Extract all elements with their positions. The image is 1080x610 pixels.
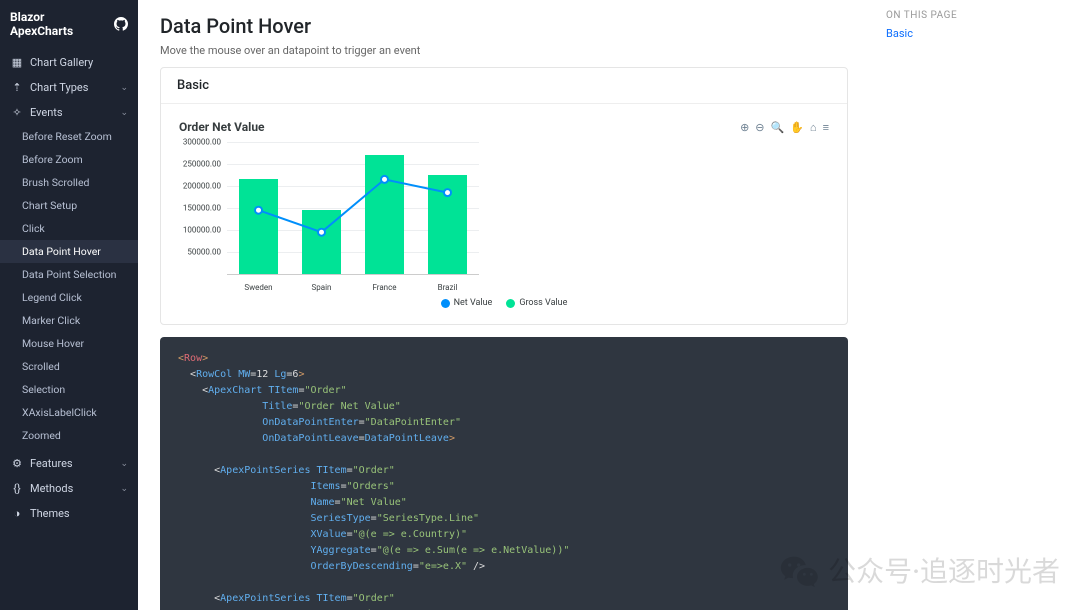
legend-label: Gross Value bbox=[519, 298, 567, 308]
sidebar-item-marker-click[interactable]: Marker Click bbox=[0, 309, 138, 332]
chevron-down-icon: ⌄ bbox=[120, 484, 128, 494]
sidebar-item-click[interactable]: Click bbox=[0, 217, 138, 240]
legend-label: Net Value bbox=[454, 298, 493, 308]
sidebar-item-scrolled[interactable]: Scrolled bbox=[0, 355, 138, 378]
nav-section-label: Chart Gallery bbox=[30, 56, 93, 69]
x-label: Sweden bbox=[231, 283, 286, 292]
legend-swatch bbox=[506, 299, 515, 308]
page-title: Data Point Hover bbox=[160, 14, 848, 38]
x-label: Spain bbox=[294, 283, 349, 292]
y-tick: 100000.00 bbox=[183, 226, 221, 235]
chevron-down-icon: ⌄ bbox=[120, 459, 128, 469]
on-this-page-rail: ON THIS PAGE Basic bbox=[870, 0, 1080, 610]
example-card: Basic Order Net Value ⊕ ⊖ 🔍 ✋ ⌂ ≡ 300000.00 25… bbox=[160, 67, 848, 325]
chart-title: Order Net Value bbox=[179, 120, 265, 134]
pan-icon[interactable]: ✋ bbox=[790, 121, 804, 134]
chart-plot-area[interactable]: 300000.00250000.00200000.00150000.001000… bbox=[179, 142, 479, 292]
bar-france[interactable] bbox=[357, 142, 412, 274]
y-tick: 150000.00 bbox=[183, 204, 221, 213]
nav-section-features[interactable]: ⚙ Features ⌄ bbox=[0, 451, 138, 476]
sidebar-item-data-point-hover[interactable]: Data Point Hover bbox=[0, 240, 138, 263]
nav-section-themes[interactable]: ◑ Themes bbox=[0, 501, 138, 526]
feature-icon: ⚙ bbox=[10, 457, 24, 470]
legend-swatch bbox=[441, 299, 450, 308]
zoom-icon[interactable]: 🔍 bbox=[771, 121, 785, 134]
page-subtitle: Move the mouse over an datapoint to trig… bbox=[160, 44, 848, 57]
bar-spain[interactable] bbox=[294, 142, 349, 274]
y-tick: 300000.00 bbox=[183, 138, 221, 147]
grid-icon: ▦ bbox=[10, 56, 24, 69]
menu-icon[interactable]: ≡ bbox=[823, 121, 829, 134]
x-label: Brazil bbox=[420, 283, 475, 292]
sidebar: Blazor ApexCharts ▦ Chart Gallery ⇡ Chart T… bbox=[0, 0, 138, 610]
nav-section-label: Themes bbox=[30, 507, 70, 520]
card-header: Basic bbox=[161, 68, 847, 104]
chevron-down-icon: ⌄ bbox=[120, 83, 128, 93]
nav-section-events[interactable]: ✧ Events ⌄ bbox=[0, 100, 138, 125]
zoom-out-icon[interactable]: ⊖ bbox=[755, 121, 764, 134]
reset-icon[interactable]: ⌂ bbox=[810, 121, 817, 134]
palette-icon: ◑ bbox=[10, 507, 24, 520]
sidebar-item-before-zoom[interactable]: Before Zoom bbox=[0, 148, 138, 171]
spark-icon: ✧ bbox=[10, 106, 24, 119]
sidebar-item-brush-scrolled[interactable]: Brush Scrolled bbox=[0, 171, 138, 194]
nav-section-methods[interactable]: {} Methods ⌄ bbox=[0, 476, 138, 501]
github-icon[interactable] bbox=[114, 17, 128, 31]
legend-item-net-value[interactable]: Net Value bbox=[441, 298, 493, 308]
chart-legend: Net Value Gross Value bbox=[179, 298, 829, 308]
nav-section-label: Features bbox=[30, 457, 73, 470]
brand-name: Blazor ApexCharts bbox=[10, 10, 108, 38]
sidebar-item-chart-setup[interactable]: Chart Setup bbox=[0, 194, 138, 217]
rail-title: ON THIS PAGE bbox=[886, 10, 1064, 21]
nav-section-chart-types[interactable]: ⇡ Chart Types ⌄ bbox=[0, 75, 138, 100]
sidebar-item-xaxislabelclick[interactable]: XAxisLabelClick bbox=[0, 401, 138, 424]
y-tick: 50000.00 bbox=[187, 248, 221, 257]
rail-link-basic[interactable]: Basic bbox=[886, 27, 1064, 40]
chart-icon: ⇡ bbox=[10, 81, 24, 94]
chevron-down-icon: ⌄ bbox=[120, 108, 128, 118]
sidebar-item-data-point-selection[interactable]: Data Point Selection bbox=[0, 263, 138, 286]
y-tick: 250000.00 bbox=[183, 160, 221, 169]
nav-section-label: Events bbox=[30, 106, 63, 119]
bar-brazil[interactable] bbox=[420, 142, 475, 274]
chart-toolbar: ⊕ ⊖ 🔍 ✋ ⌂ ≡ bbox=[740, 121, 829, 134]
legend-item-gross-value[interactable]: Gross Value bbox=[506, 298, 567, 308]
x-label: France bbox=[357, 283, 412, 292]
sidebar-item-before-reset-zoom[interactable]: Before Reset Zoom bbox=[0, 125, 138, 148]
bar-sweden[interactable] bbox=[231, 142, 286, 274]
zoom-in-icon[interactable]: ⊕ bbox=[740, 121, 749, 134]
y-tick: 200000.00 bbox=[183, 182, 221, 191]
code-icon: {} bbox=[10, 482, 24, 495]
sidebar-item-selection[interactable]: Selection bbox=[0, 378, 138, 401]
sidebar-item-mouse-hover[interactable]: Mouse Hover bbox=[0, 332, 138, 355]
sidebar-item-zoomed[interactable]: Zoomed bbox=[0, 424, 138, 447]
nav-section-label: Chart Types bbox=[30, 81, 88, 94]
main-content: Data Point Hover Move the mouse over an … bbox=[138, 0, 870, 610]
nav-section-chart-gallery[interactable]: ▦ Chart Gallery bbox=[0, 50, 138, 75]
sidebar-item-legend-click[interactable]: Legend Click bbox=[0, 286, 138, 309]
code-block[interactable]: <Row> <RowCol MW=12 Lg=6> <ApexChart TIt… bbox=[160, 337, 848, 610]
nav-section-label: Methods bbox=[30, 482, 73, 495]
brand[interactable]: Blazor ApexCharts bbox=[0, 0, 138, 50]
